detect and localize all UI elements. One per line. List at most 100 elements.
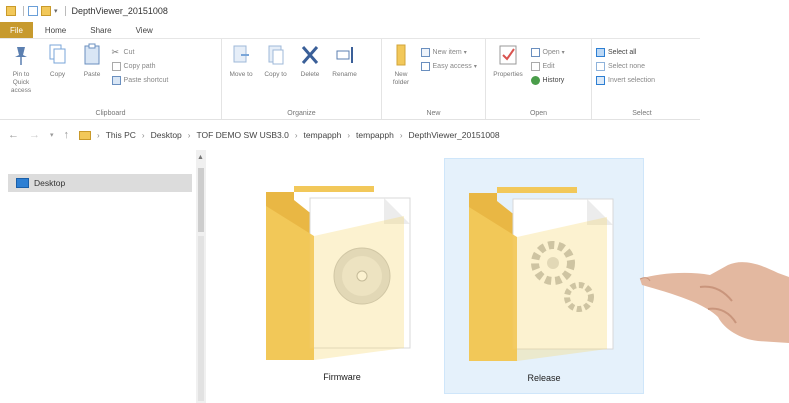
folder-tile-release[interactable]: Release (444, 158, 644, 394)
cut-button[interactable]: ✂ Cut (112, 45, 169, 59)
window-title: DepthViewer_20151008 (71, 6, 168, 16)
invert-selection-button[interactable]: Invert selection (596, 73, 655, 87)
new-group-label: New (426, 110, 441, 117)
organize-group: Move to Copy to Delete Rename Organize (222, 39, 382, 119)
new-item-icon (420, 47, 430, 57)
history-icon (530, 75, 540, 85)
tab-home[interactable]: Home (33, 22, 78, 38)
new-folder-button[interactable]: New folder (386, 43, 416, 87)
toolbar-separator (23, 6, 24, 16)
chevron-right-icon: › (187, 130, 191, 140)
move-to-icon (233, 45, 249, 63)
folder-settings-icon (469, 187, 614, 361)
select-group-label: Select (632, 110, 652, 117)
chevron-down-icon[interactable]: ▾ (54, 7, 58, 15)
select-all-button[interactable]: Select all (596, 45, 655, 59)
chevron-right-icon: › (347, 130, 351, 140)
new-folder-small-icon[interactable] (41, 6, 51, 16)
chevron-right-icon: › (294, 130, 298, 140)
easy-access-button[interactable]: Easy access ▾ (420, 59, 477, 73)
copy-to-button[interactable]: Copy to (261, 43, 291, 79)
properties-small-icon[interactable] (28, 6, 38, 16)
open-group: Properties Open ▾ Edit History Open (486, 39, 592, 119)
chevron-down-icon: ▾ (473, 63, 477, 70)
select-small-buttons: Select all Select none Invert selection (596, 45, 655, 87)
edit-button[interactable]: Edit (530, 59, 565, 73)
new-item-button[interactable]: New item ▾ (420, 45, 477, 59)
desktop-icon (16, 178, 29, 188)
new-small-buttons: New item ▾ Easy access ▾ (420, 45, 477, 73)
select-none-button[interactable]: Select none (596, 59, 655, 73)
edit-icon (530, 61, 540, 71)
breadcrumb[interactable]: › This PC › Desktop › TOF DEMO SW USB3.0… (79, 130, 502, 140)
tab-share[interactable]: Share (78, 22, 123, 38)
recent-locations-icon[interactable]: ▾ (50, 131, 54, 139)
copy-path-button[interactable]: Copy path (111, 59, 169, 73)
rename-icon (336, 47, 353, 63)
breadcrumb-item[interactable]: tempapph (356, 130, 394, 140)
copy-to-icon (268, 45, 284, 65)
folder-tile-firmware[interactable]: Firmware (242, 158, 442, 394)
breadcrumb-item[interactable]: This PC (106, 130, 136, 140)
invert-selection-icon (596, 75, 605, 85)
folder-small-icon (79, 130, 92, 140)
clipboard-group: Pin to Quick access Copy Paste ✂ Cut Copy… (0, 39, 222, 119)
scroll-up-arrow-icon[interactable]: ▲ (197, 154, 204, 161)
folder-small-icon (6, 6, 16, 16)
back-arrow-icon[interactable]: ← (8, 129, 19, 141)
folder-name: Release (527, 373, 561, 383)
tab-view[interactable]: View (124, 22, 165, 38)
open-group-label: Open (529, 110, 548, 117)
chevron-down-icon: ▾ (463, 49, 467, 56)
copy-path-icon (111, 61, 121, 71)
up-arrow-icon[interactable]: ↑ (64, 129, 70, 141)
folder-disc-icon (266, 186, 411, 360)
scissors-icon: ✂ (111, 46, 120, 57)
breadcrumb-item[interactable]: TOF DEMO SW USB3.0 (196, 130, 288, 140)
select-group: Select all Select none Invert selection … (592, 39, 692, 119)
copy-icon (49, 44, 66, 64)
paste-shortcut-button[interactable]: Paste shortcut (111, 73, 168, 87)
forward-arrow-icon[interactable]: → (29, 129, 40, 141)
paste-icon (84, 43, 100, 65)
nav-item-desktop[interactable]: Desktop (8, 174, 192, 192)
open-button[interactable]: Open ▾ (530, 45, 565, 59)
breadcrumb-item[interactable]: tempapph (304, 130, 342, 140)
chevron-right-icon: › (399, 130, 403, 140)
pin-icon (15, 47, 27, 65)
breadcrumb-item[interactable]: Desktop (151, 130, 182, 140)
chevron-down-icon: ▾ (561, 49, 565, 56)
address-bar: ← → ▾ ↑ › This PC › Desktop › TOF DEMO S… (0, 122, 789, 148)
open-icon (530, 47, 540, 57)
clipboard-small-buttons: ✂ Cut Copy path Paste shortcut (111, 45, 169, 87)
new-group: New folder New item ▾ Easy access ▾ New (382, 39, 486, 119)
title-bar: ▾ DepthViewer_20151008 (0, 0, 789, 22)
scrollbar[interactable]: ▲ (196, 150, 206, 403)
move-to-button[interactable]: Move to (226, 43, 256, 79)
navigation-pane: Desktop (0, 150, 195, 403)
ribbon-tabs: File Home Share View (0, 22, 789, 38)
history-button[interactable]: History (530, 73, 565, 87)
toolbar-separator (64, 6, 66, 16)
copy-button[interactable]: Copy (43, 43, 73, 79)
easy-access-icon (420, 61, 430, 71)
folder-name: Firmware (323, 372, 361, 382)
paste-shortcut-icon (111, 75, 121, 85)
paste-button[interactable]: Paste (77, 43, 107, 79)
new-folder-icon (396, 44, 406, 66)
select-all-icon (596, 47, 605, 57)
rename-button[interactable]: Rename (330, 43, 360, 79)
tab-file[interactable]: File (0, 22, 33, 38)
properties-button[interactable]: Properties (490, 43, 526, 79)
select-none-icon (596, 61, 605, 71)
clipboard-group-label: Clipboard (95, 110, 126, 117)
chevron-right-icon: › (97, 130, 100, 140)
scrollbar-thumb[interactable] (198, 168, 204, 232)
ribbon: Pin to Quick access Copy Paste ✂ Cut Copy… (0, 38, 700, 120)
scrollbar-track (198, 236, 204, 401)
delete-button[interactable]: Delete (295, 43, 325, 79)
properties-icon (499, 45, 517, 65)
pin-to-quick-access-button[interactable]: Pin to Quick access (4, 43, 38, 95)
open-small-buttons: Open ▾ Edit History (530, 45, 565, 87)
breadcrumb-item[interactable]: DepthViewer_20151008 (409, 130, 500, 140)
